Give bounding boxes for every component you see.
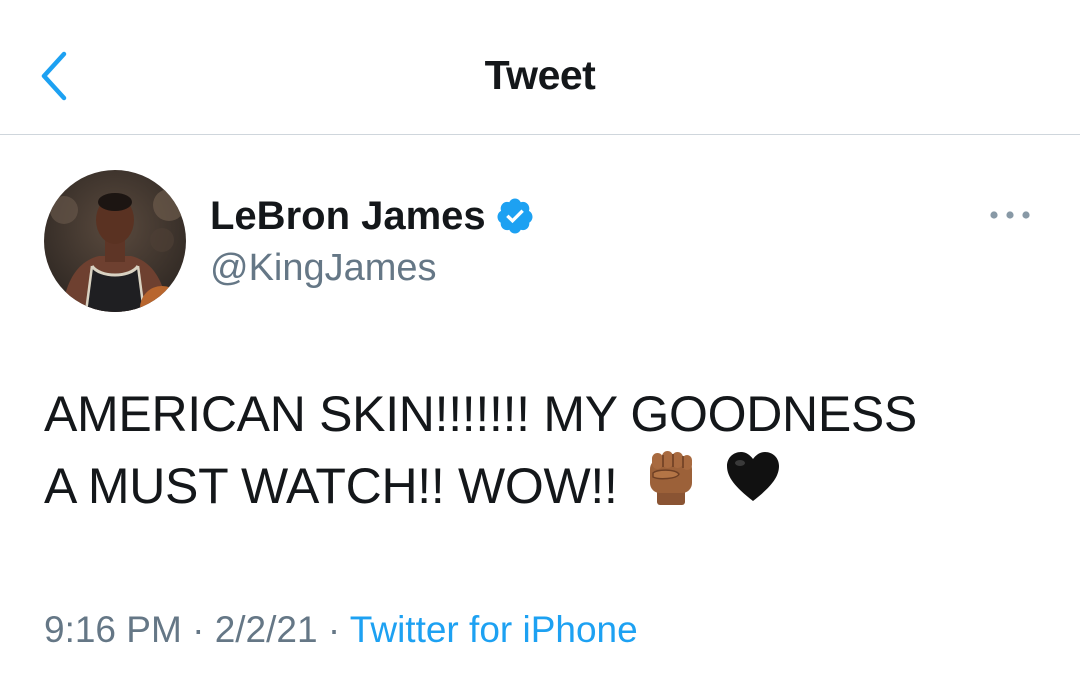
- meta-separator: ·: [327, 609, 341, 650]
- tweet-metadata: 9:16 PM · 2/2/21 · Twitter for iPhone: [44, 608, 638, 652]
- black-heart-emoji-icon: [725, 450, 781, 522]
- tweet-text-line: A MUST WATCH!! WOW!!: [44, 458, 618, 514]
- tweet-time: 9:16 PM: [44, 609, 182, 650]
- tweet-date: 2/2/21: [214, 609, 318, 650]
- author-handle[interactable]: @KingJames: [210, 246, 437, 290]
- more-horizontal-icon: [990, 211, 1030, 219]
- tweet-text-line-with-emoji: A MUST WATCH!! WOW!!: [44, 450, 1054, 528]
- tweet-source-link[interactable]: Twitter for iPhone: [350, 609, 638, 650]
- tweet-detail-screen: Tweet LeBron James @KingJames AMERICAN S…: [0, 0, 1080, 686]
- avatar[interactable]: [44, 170, 186, 312]
- tweet-text: AMERICAN SKIN!!!!!!! MY GOODNESS A MUST …: [44, 378, 1054, 528]
- meta-separator: ·: [192, 609, 205, 650]
- avatar-image: [44, 170, 186, 312]
- page-title: Tweet: [484, 52, 596, 98]
- more-options-button[interactable]: [985, 200, 1035, 230]
- raised-fist-emoji-icon: [645, 447, 697, 524]
- author-name[interactable]: LeBron James: [210, 193, 486, 239]
- verified-badge-icon: [495, 196, 535, 236]
- tweet-text-line: AMERICAN SKIN!!!!!!! MY GOODNESS: [44, 386, 917, 442]
- nav-bar: Tweet: [0, 0, 1080, 135]
